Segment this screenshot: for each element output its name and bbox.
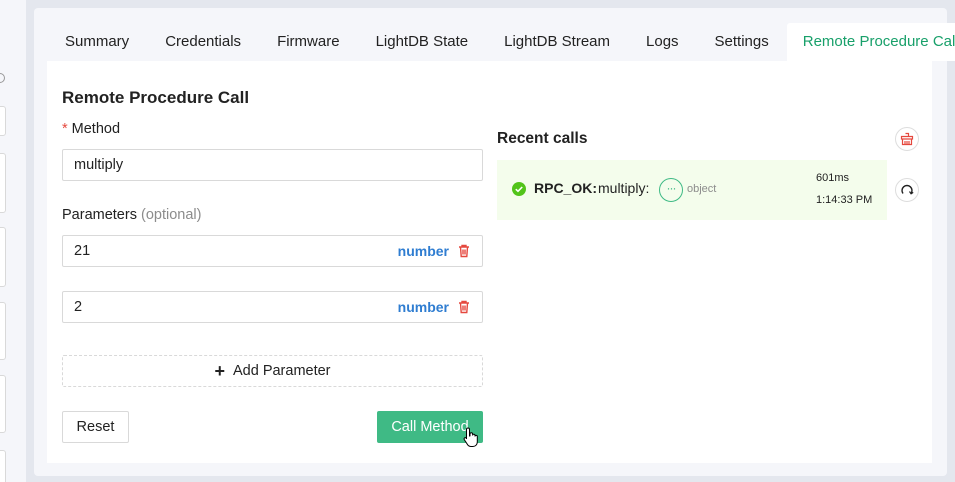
rerun-call-button[interactable] (895, 178, 919, 202)
method-label: * Method (62, 121, 121, 137)
parameter-type-select[interactable]: number (398, 236, 449, 266)
sidebar-card-edge[interactable] (0, 153, 6, 213)
tab-settings[interactable]: Settings (697, 23, 787, 61)
rpc-panel: Remote Procedure Call * Method multiply P… (47, 61, 932, 463)
reset-button[interactable]: Reset (62, 411, 129, 443)
parameter-value-input[interactable]: 21 (74, 243, 90, 259)
call-timestamp: 1:14:33 PM (816, 194, 873, 206)
call-result-type: object (687, 183, 717, 195)
parameter-value-input[interactable]: 2 (74, 299, 82, 315)
clear-history-icon (900, 132, 914, 146)
sidebar-card-edge[interactable] (0, 450, 6, 482)
plus-icon: + (214, 361, 225, 381)
parameter-type-select[interactable]: number (398, 292, 449, 322)
page-title: Remote Procedure Call (62, 88, 250, 107)
ellipsis-icon[interactable]: ··· (659, 178, 683, 202)
check-circle-icon (512, 182, 526, 196)
sidebar-card-edge[interactable] (0, 302, 6, 360)
tab-remote-procedure-call[interactable]: Remote Procedure Call (786, 23, 955, 61)
trash-icon[interactable] (457, 244, 471, 258)
sidebar-card-edge[interactable] (0, 227, 6, 287)
tab-firmware[interactable]: Firmware (259, 23, 358, 61)
add-parameter-label: Add Parameter (232, 363, 331, 379)
recent-call-item: RPC_OK: multiply: ··· object 601ms 1:14:… (497, 160, 887, 220)
sidebar-radio-icon (0, 73, 5, 83)
tab-lightdb-state[interactable]: LightDB State (358, 23, 487, 61)
add-parameter-button[interactable]: + Add Parameter (62, 355, 483, 387)
parameter-row: 21 number (62, 235, 483, 267)
tab-logs[interactable]: Logs (628, 23, 697, 61)
parameters-label: Parameters (optional) (62, 207, 202, 223)
required-mark: * (62, 121, 68, 137)
tab-summary[interactable]: Summary (47, 23, 147, 61)
call-duration: 601ms (816, 172, 850, 184)
call-method: multiply: (598, 180, 650, 196)
left-sidebar-edge (0, 0, 26, 482)
hand-cursor-icon (463, 427, 478, 447)
method-input[interactable]: multiply (62, 149, 483, 181)
refresh-icon (901, 184, 914, 195)
tab-bar: Summary Credentials Firmware LightDB Sta… (47, 23, 955, 61)
sidebar-card-edge[interactable] (0, 375, 6, 433)
tab-lightdb-stream[interactable]: LightDB Stream (486, 23, 628, 61)
call-status: RPC_OK: (534, 180, 598, 196)
clear-history-button[interactable] (895, 127, 919, 151)
sidebar-input-edge[interactable] (0, 106, 6, 136)
device-detail-card: Summary Credentials Firmware LightDB Sta… (34, 8, 955, 476)
recent-calls-title: Recent calls (497, 130, 588, 147)
tab-credentials[interactable]: Credentials (147, 23, 259, 61)
trash-icon[interactable] (457, 300, 471, 314)
parameter-row: 2 number (62, 291, 483, 323)
